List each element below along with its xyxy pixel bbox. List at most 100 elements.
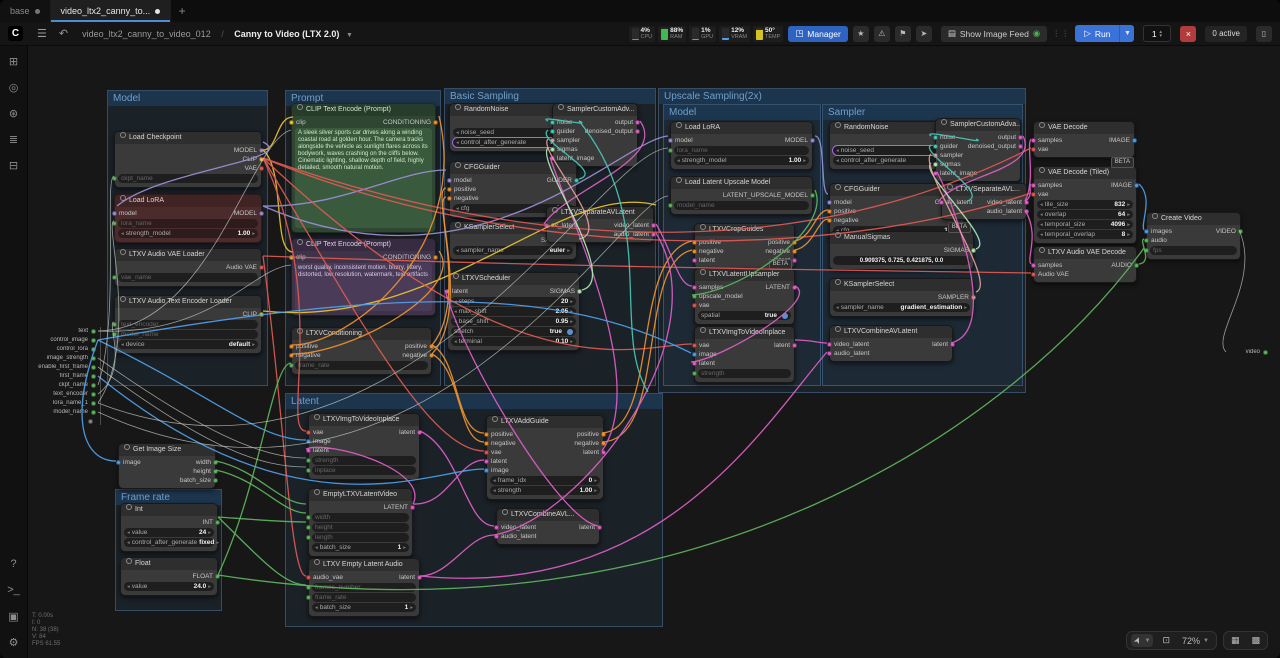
drag-handle-icon[interactable]: ⋮⋮ [1052, 29, 1070, 38]
group-title[interactable]: Upscale Sampling(2x) [659, 89, 1025, 104]
widget-strength[interactable]: ◂strength1.00▸ [490, 486, 600, 495]
zoom-level-button[interactable]: 72% ▼ [1179, 635, 1212, 647]
output-slot[interactable] [1132, 138, 1137, 143]
collapse-icon[interactable] [120, 195, 126, 201]
pin-slot[interactable] [91, 374, 96, 379]
widget-inplace[interactable]: inplace [312, 466, 416, 475]
node-library-icon[interactable]: ⊛ [4, 103, 24, 123]
converted-input-slot[interactable] [692, 371, 697, 376]
input-slot[interactable] [1031, 183, 1036, 188]
output-slot[interactable] [259, 148, 264, 153]
output-slot[interactable] [574, 178, 579, 183]
output-slot[interactable] [259, 166, 264, 171]
widget-temporal_overlap[interactable]: ◂temporal_overlap8▸ [1037, 230, 1133, 239]
pin-slot[interactable] [91, 356, 96, 361]
manager-button[interactable]: ◳ Manager [788, 26, 848, 42]
node-ltxv-audio-text-encoder-loader[interactable]: LTXV Audio Text Encoder LoaderCLIPtext_e… [114, 295, 262, 354]
prompt-textarea[interactable]: worst quality, inconsistent motion, blur… [295, 263, 432, 311]
collapse-icon[interactable] [502, 509, 508, 515]
output-slot[interactable] [433, 120, 438, 125]
node-ltxv-audio-vae-decode[interactable]: LTXV Audio VAE DecodesamplesAUDIOAudio V… [1033, 246, 1137, 283]
input-slot[interactable] [933, 162, 938, 167]
widget-model_name[interactable]: model_name [118, 330, 258, 339]
toggle-knob[interactable] [567, 329, 573, 335]
collapse-icon[interactable] [455, 222, 461, 228]
input-slot[interactable] [445, 289, 450, 294]
collapse-icon[interactable] [700, 224, 706, 230]
pin-slot[interactable] [91, 383, 96, 388]
new-tab-button[interactable]: + [171, 0, 193, 22]
output-slot[interactable] [1018, 135, 1023, 140]
collapse-icon[interactable] [120, 296, 126, 302]
collapse-icon[interactable] [1039, 247, 1045, 253]
converted-input-slot[interactable] [112, 176, 117, 181]
node-manual-sigmas[interactable]: BETAManualSigmasSIGMAS0.909375, 0.725, 0… [829, 231, 974, 270]
widget-strength_model[interactable]: ◂strength_model1.00▸ [674, 156, 809, 165]
unsaved-dot-icon[interactable] [155, 9, 160, 14]
input-slot[interactable] [494, 534, 499, 539]
output-slot[interactable] [433, 255, 438, 260]
output-slot[interactable] [601, 432, 606, 437]
undo-icon[interactable]: ↶ [59, 27, 68, 40]
output-slot[interactable] [213, 460, 218, 465]
node-get-image-size[interactable]: Get Image Sizeimagewidthheightbatch_size [118, 443, 216, 489]
pin-slot[interactable] [91, 410, 96, 415]
widget-width[interactable]: width [312, 513, 409, 522]
input-slot[interactable] [289, 120, 294, 125]
node-float-node[interactable]: FloatFLOAT◂value24.0▸ [120, 557, 218, 596]
input-pin-image_strength[interactable]: image_strength [24, 355, 96, 361]
output-slot[interactable] [410, 505, 415, 510]
input-slot[interactable] [484, 432, 489, 437]
input-slot[interactable] [692, 249, 697, 254]
input-slot[interactable] [484, 468, 489, 473]
collapse-icon[interactable] [835, 279, 841, 285]
output-slot[interactable] [215, 574, 220, 579]
pin-slot[interactable] [91, 338, 96, 343]
collapse-icon[interactable] [700, 269, 706, 275]
shortcuts-icon[interactable]: ▣ [4, 606, 24, 626]
run-options-caret[interactable]: ▼ [1119, 25, 1134, 42]
input-slot[interactable] [1144, 229, 1149, 234]
input-slot[interactable] [484, 450, 489, 455]
output-slot[interactable] [429, 344, 434, 349]
collapse-icon[interactable] [1152, 213, 1158, 219]
input-slot[interactable] [668, 138, 673, 143]
pointer-tool-button[interactable]: ➤ ▼ [1131, 634, 1154, 647]
favorite-star-icon[interactable]: ★ [853, 26, 869, 42]
workflow-title[interactable]: Canny to Video (LTX 2.0) [234, 29, 339, 39]
output-slot[interactable] [810, 138, 815, 143]
model-library-icon[interactable]: ◎ [4, 77, 24, 97]
node-ltxv-separate-av-latent[interactable]: LTXVSeparateAVLatentav_latentvideo_laten… [546, 206, 654, 243]
widget-value[interactable]: ◂value24.0▸ [124, 582, 214, 591]
node-sampler-custom-advanced[interactable]: SamplerCustomAdv...noiseoutputguiderdeno… [552, 103, 638, 167]
input-slot[interactable] [550, 120, 555, 125]
input-slot[interactable] [112, 211, 117, 216]
converted-input-slot[interactable] [289, 363, 294, 368]
help-icon[interactable]: ? [4, 554, 24, 574]
input-slot[interactable] [933, 171, 938, 176]
node-ltxv-latent-upsampler[interactable]: BETALTXVLatentUpsamplersamplesLATENTupsc… [694, 268, 795, 325]
node-ltxv-scheduler[interactable]: LTXVSchedulerlatentSIGMAS◂steps20▸◂max_s… [447, 272, 580, 351]
input-slot[interactable] [827, 342, 832, 347]
widget-steps[interactable]: ◂steps20▸ [451, 297, 576, 306]
tab-base[interactable]: base [0, 0, 51, 22]
collapse-icon[interactable] [126, 504, 132, 510]
node-upscale-sampler-custom[interactable]: SamplerCustomAdva...noiseoutputguiderden… [935, 118, 1021, 182]
output-slot[interactable] [215, 520, 220, 525]
input-slot[interactable] [116, 460, 121, 465]
node-upscale-combine-av-latent[interactable]: LTXVCombineAVLatentvideo_latentlatentaud… [829, 325, 953, 362]
widget-sigmas[interactable]: 0.909375, 0.725, 0.421875, 0.0 [833, 256, 970, 265]
collapse-icon[interactable] [314, 559, 320, 565]
pin-slot[interactable] [91, 401, 96, 406]
collapse-icon[interactable] [941, 119, 947, 125]
collapse-icon[interactable] [124, 444, 130, 450]
converted-input-slot[interactable] [306, 515, 311, 520]
widget-tile_size[interactable]: ◂tile_size832▸ [1037, 200, 1133, 209]
collapse-icon[interactable] [126, 558, 132, 564]
output-slot[interactable] [792, 240, 797, 245]
output-slot[interactable] [792, 343, 797, 348]
input-slot[interactable] [447, 187, 452, 192]
node-empty-ltxv-latent-video[interactable]: EmptyLTXVLatentVideoLATENTwidthheightlen… [308, 488, 413, 557]
comfyui-logo[interactable]: C [8, 26, 23, 41]
output-slot[interactable] [792, 285, 797, 290]
